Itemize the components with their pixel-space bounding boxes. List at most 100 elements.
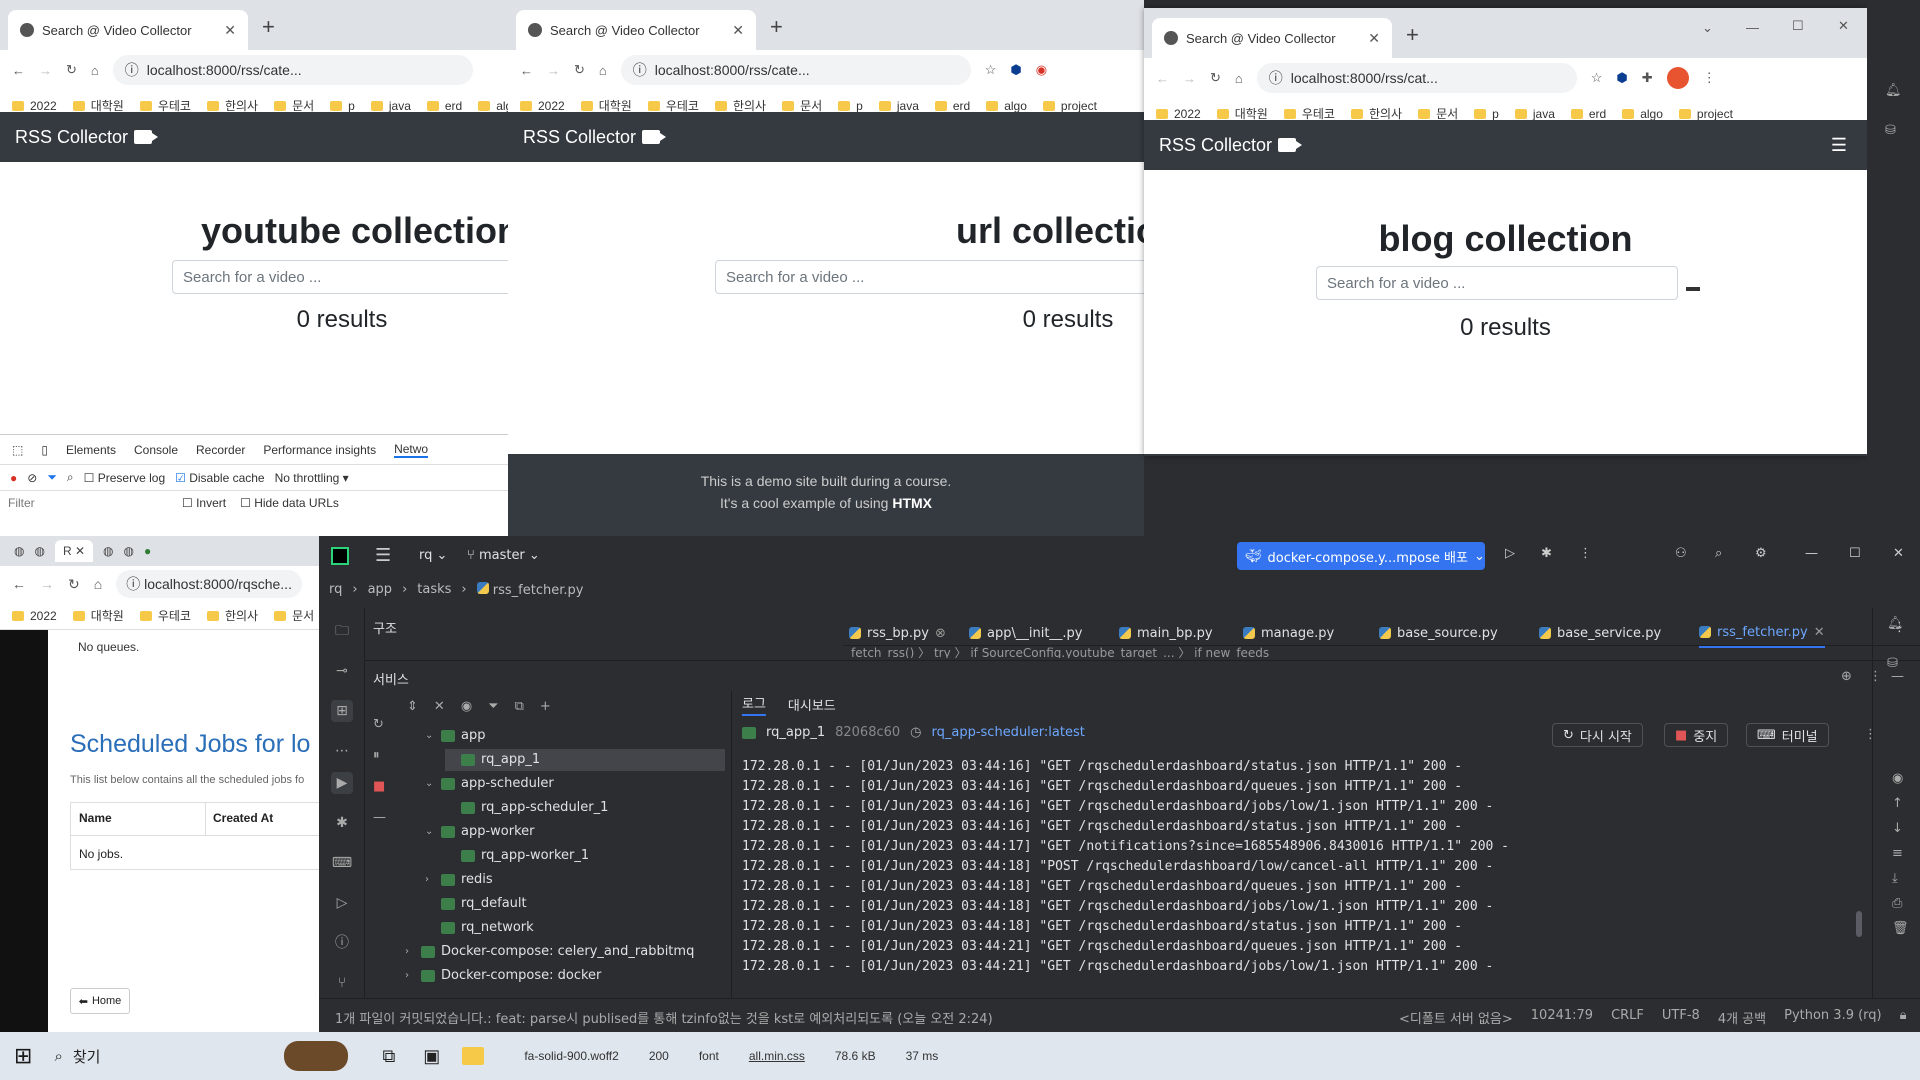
bookmark-folder[interactable]: algo <box>1622 107 1663 121</box>
back-icon[interactable]: ← <box>12 576 26 592</box>
chevron-right-icon[interactable]: › <box>405 941 415 963</box>
record-icon[interactable]: ● <box>10 471 17 485</box>
address-bar[interactable]: ⓘ localhost:8000/rss/cate... <box>620 55 971 85</box>
preserve-log-checkbox[interactable]: ☐ Preserve log <box>84 471 165 485</box>
browser-tab[interactable]: Search @ Video Collector ✕ <box>8 10 248 50</box>
main-menu-icon[interactable]: ☰ <box>375 545 391 566</box>
minimize-icon[interactable]: — <box>1746 20 1759 35</box>
bookmark-folder[interactable]: 한의사 <box>206 607 258 624</box>
project-selector[interactable]: rq ⌄ <box>419 548 447 563</box>
close-tab-icon[interactable]: ✕ <box>1368 30 1380 47</box>
services-target-icon[interactable]: ⊕ <box>1841 669 1852 684</box>
new-tab-button[interactable]: + <box>262 14 275 40</box>
maximize-icon[interactable]: ☐ <box>1792 18 1804 34</box>
lock-icon[interactable]: 🔒︎ <box>1900 1008 1907 1027</box>
branch-selector[interactable]: ⑂ master ⌄ <box>467 548 540 563</box>
service-tree-item[interactable]: › Docker-compose: docker <box>405 965 601 987</box>
disable-cache-checkbox[interactable]: ☑ Disable cache <box>175 471 264 485</box>
bookmark-folder[interactable]: p <box>1474 107 1499 121</box>
commit-icon[interactable]: ⊸ <box>331 660 353 682</box>
status-message[interactable]: 1개 파일이 커밋되었습니다.: feat: parse시 publised를 … <box>335 1008 993 1027</box>
forward-icon[interactable]: → <box>40 576 54 592</box>
more-tools-icon[interactable]: ⋯ <box>331 740 353 762</box>
network-row-name[interactable]: fa-solid-900.woff2 <box>524 1049 619 1063</box>
terminal-icon[interactable]: ⌨ <box>331 852 353 874</box>
database-icon[interactable]: ⛁ <box>1887 656 1898 671</box>
server-widget[interactable]: <디폴트 서버 없음> <box>1399 1008 1513 1027</box>
bookmark-folder[interactable]: java <box>878 99 919 113</box>
project-icon[interactable]: 🗀︎ <box>331 620 353 642</box>
bookmark-folder[interactable]: project <box>1678 107 1733 121</box>
indent[interactable]: 4개 공백 <box>1718 1008 1766 1027</box>
search-icon[interactable]: ⌕ <box>1715 546 1722 561</box>
device-icon[interactable]: ▯ <box>41 443 48 457</box>
address-bar[interactable]: ⓘ localhost:8000/rss/cate... <box>112 55 473 85</box>
interpreter[interactable]: Python 3.9 (rq) <box>1784 1008 1882 1027</box>
close-window-icon[interactable]: ✕ <box>1838 18 1849 34</box>
extension-icon[interactable]: ⬢ <box>1010 62 1021 78</box>
back-icon[interactable]: ← <box>520 63 533 78</box>
search-input[interactable]: Search for a video ... <box>715 260 1144 294</box>
service-tree-item[interactable]: rq_app-scheduler_1 <box>445 797 608 819</box>
restart-button[interactable]: ↻ 다시 시작 <box>1552 723 1643 747</box>
network-row-initiator[interactable]: all.min.css <box>749 1049 805 1063</box>
tab-log[interactable]: 로그 <box>742 693 766 716</box>
record-extension-icon[interactable]: ◉ <box>1036 62 1047 78</box>
editor-tab[interactable]: base_service.py <box>1539 618 1661 648</box>
bookmark-folder[interactable]: algo <box>478 99 508 113</box>
run-tool-icon[interactable]: ▷ <box>331 892 353 914</box>
chevron-right-icon[interactable]: › <box>425 869 435 891</box>
filter-input[interactable]: Filter <box>8 496 168 510</box>
image-link[interactable]: rq_app-scheduler:latest <box>932 725 1085 740</box>
extension-icon[interactable]: ⬢ <box>1616 70 1627 86</box>
bookmark-folder[interactable]: 우테코 <box>139 607 191 624</box>
stop-icon[interactable]: ■ <box>373 779 386 794</box>
service-tree-item[interactable]: rq_network <box>425 917 534 939</box>
close-tab-icon[interactable]: ⊗ <box>935 626 946 641</box>
chevron-right-icon[interactable]: › <box>405 965 415 987</box>
forward-icon[interactable]: → <box>39 63 52 78</box>
bookmark-folder[interactable]: 2022 <box>12 609 57 623</box>
hide-data-urls-checkbox[interactable]: ☐ Hide data URLs <box>240 496 339 510</box>
services-icon[interactable]: ▶ <box>331 772 353 794</box>
breadcrumb-item[interactable]: rq <box>329 582 342 598</box>
throttling-select[interactable]: No throttling ▾ <box>275 471 349 485</box>
bookmark-folder[interactable]: java <box>1514 107 1555 121</box>
breadcrumb-item[interactable]: tasks <box>417 582 451 598</box>
filter-icon[interactable]: ⏷ <box>488 699 498 714</box>
chevron-down-icon[interactable]: ⌄ <box>425 725 435 747</box>
home-icon[interactable]: ⌂ <box>91 63 99 78</box>
bookmark-folder[interactable]: 문서 <box>274 607 314 624</box>
search-input[interactable]: Search for a video ... <box>172 260 508 294</box>
extension-icon[interactable]: ● <box>144 544 151 558</box>
add-user-icon[interactable]: ⚇ <box>1675 546 1687 561</box>
profile-avatar[interactable] <box>1666 67 1689 89</box>
active-tab[interactable]: R ✕ <box>54 540 94 562</box>
home-icon[interactable]: ⌂ <box>599 63 607 78</box>
home-button[interactable]: ⬅ Home <box>70 988 130 1014</box>
service-tree-item[interactable]: ⌄ app-worker <box>425 821 535 843</box>
windows-start-icon[interactable]: ⊞ <box>14 1043 32 1069</box>
run-config-selector[interactable]: 🐳︎ docker-compose.y...mpose 배포 ⌄ <box>1237 542 1485 570</box>
file-explorer-icon[interactable] <box>462 1047 485 1065</box>
address-bar[interactable]: ⓘ localhost:8000/rss/cat... <box>1256 63 1577 93</box>
bookmark-folder[interactable]: erd <box>426 99 462 113</box>
forward-icon[interactable]: → <box>1183 71 1196 86</box>
star-icon[interactable]: ☆ <box>985 62 997 78</box>
globe-icon[interactable]: ◍ <box>34 544 44 558</box>
breadcrumb-item[interactable]: rss_fetcher.py <box>476 582 583 598</box>
bookmark-folder[interactable]: 2022 <box>520 99 565 113</box>
bookmark-folder[interactable]: 2022 <box>1156 107 1201 121</box>
back-icon[interactable]: ← <box>12 63 25 78</box>
terminal-app-icon[interactable]: ▣ <box>423 1046 440 1067</box>
star-icon[interactable]: ☆ <box>1591 70 1603 86</box>
globe-icon[interactable]: ◍ <box>124 544 134 558</box>
terminal-button[interactable]: ⌨ 터미널 <box>1746 723 1829 747</box>
devtools-tab[interactable]: Performance insights <box>263 443 376 457</box>
browser-tab[interactable]: Search @ Video Collector ✕ <box>1152 18 1392 58</box>
debug-tool-icon[interactable]: ✱ <box>331 812 353 834</box>
bookmark-folder[interactable]: java <box>370 99 411 113</box>
home-icon[interactable]: ⌂ <box>94 576 102 592</box>
reload-icon[interactable]: ↻ <box>66 62 77 78</box>
brand-link[interactable]: RSS Collector <box>1159 135 1272 156</box>
